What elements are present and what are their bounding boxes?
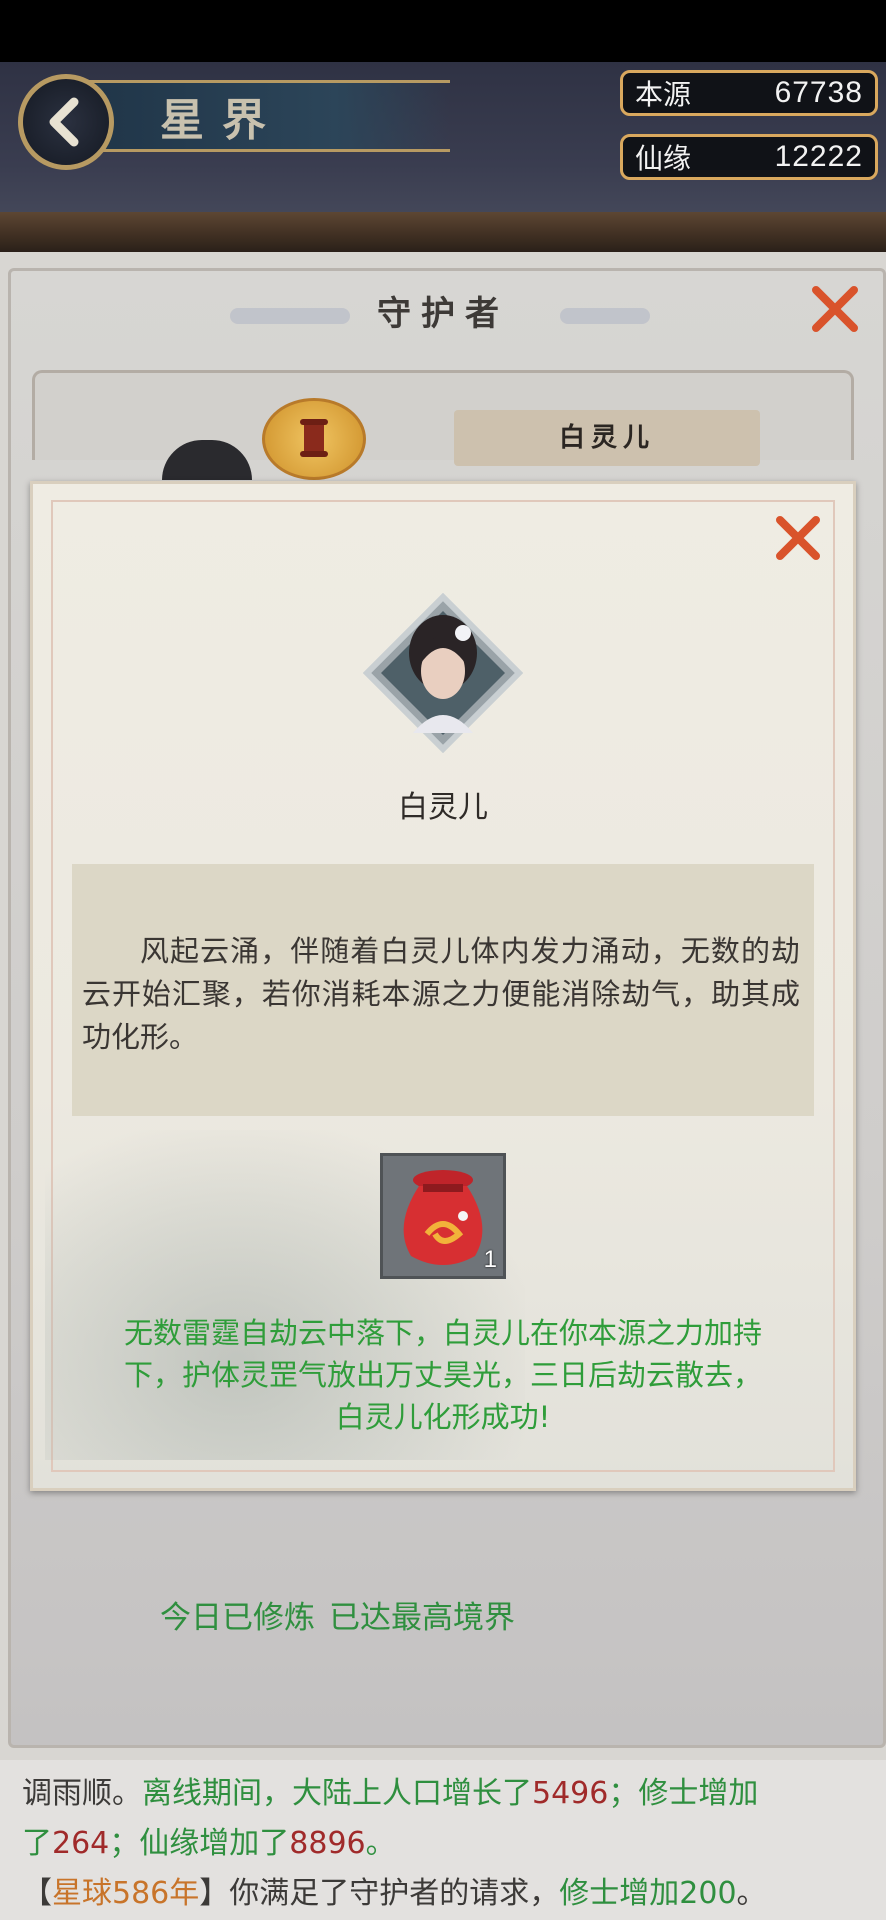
close-icon[interactable] bbox=[772, 512, 824, 564]
status-realm: 已达最高境界 bbox=[329, 1600, 515, 1636]
scroll-icon[interactable] bbox=[262, 398, 366, 480]
status-strip bbox=[0, 0, 886, 62]
resource-xianyuan: 仙缘 12222 bbox=[620, 134, 878, 180]
close-icon[interactable] bbox=[808, 282, 862, 336]
back-button[interactable] bbox=[18, 74, 114, 170]
log-line: 调雨顺。离线期间，大陆上人口增长了5496；修士增加 bbox=[22, 1776, 759, 1811]
item-count: 1 bbox=[483, 1246, 497, 1273]
hero-portrait bbox=[363, 593, 523, 753]
event-log: 调雨顺。离线期间，大陆上人口增长了5496；修士增加 了264；仙缘增加了889… bbox=[0, 1760, 886, 1920]
resource-label: 仙缘 bbox=[635, 142, 692, 175]
chevron-left-icon bbox=[49, 97, 79, 147]
resource-value: 67738 bbox=[774, 76, 863, 109]
result-text: 无数雷霆自劫云中落下，白灵儿在你本源之力加持下，护体灵罡气放出万丈昊光，三日后劫… bbox=[123, 1316, 762, 1434]
page-title: 星界 bbox=[160, 95, 284, 146]
hero-name: 白灵儿 bbox=[398, 790, 488, 825]
log-line: 了264；仙缘增加了8896。 bbox=[22, 1826, 396, 1861]
status-today: 今日已修炼 bbox=[160, 1600, 315, 1636]
resource-label: 本源 bbox=[635, 78, 692, 111]
wood-divider bbox=[0, 212, 886, 252]
description-text: 风起云涌，伴随着白灵儿体内发力涌动，无数的劫云开始汇聚，若你消耗本源之力便能消除… bbox=[82, 934, 800, 1054]
guardian-panel-title: 守护者 bbox=[377, 294, 509, 334]
cultivation-status: 今日已修炼 已达最高境界 bbox=[160, 1592, 529, 1637]
resource-benyuan: 本源 67738 bbox=[620, 70, 878, 116]
scroll-glyph-icon bbox=[300, 419, 328, 457]
log-line: 【星球586年】你满足了守护者的请求，修士增加200。 bbox=[22, 1876, 767, 1911]
guardian-name-plate: 白灵儿 bbox=[454, 410, 760, 466]
resource-value: 12222 bbox=[774, 140, 863, 173]
reward-item-slot[interactable]: 1 bbox=[380, 1153, 506, 1279]
